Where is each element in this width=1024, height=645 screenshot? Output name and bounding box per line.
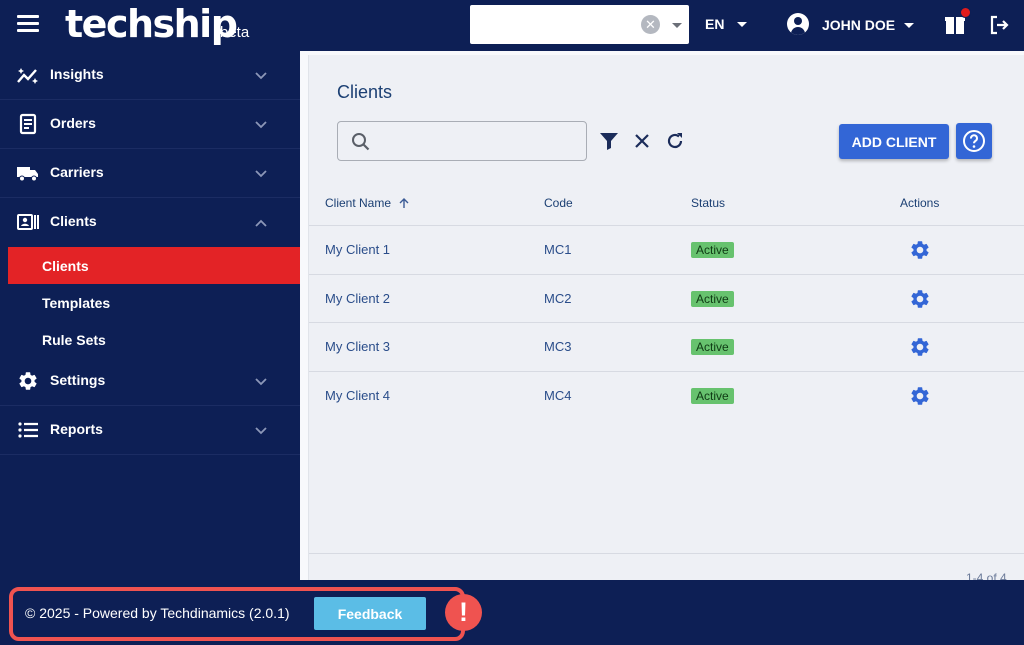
sidebar: Insights Orders Carriers Clients Clients… — [0, 51, 300, 580]
client-name-cell[interactable]: My Client 3 — [325, 339, 390, 354]
client-code-cell: MC1 — [544, 242, 572, 257]
close-icon[interactable] — [631, 130, 653, 152]
sidebar-subitem-label: Clients — [42, 258, 89, 274]
column-header-actions: Actions — [900, 196, 940, 210]
status-badge: Active — [691, 242, 734, 258]
gear-icon[interactable] — [909, 288, 931, 310]
table-row[interactable]: My Client 4 MC4 Active — [309, 372, 1024, 421]
client-name-cell[interactable]: My Client 4 — [325, 388, 390, 403]
sidebar-item-label: Reports — [50, 421, 103, 437]
page-title: Clients — [337, 82, 393, 102]
client-select[interactable]: ✕ — [470, 5, 689, 44]
chevron-down-icon — [253, 166, 269, 182]
feedback-button[interactable]: Feedback — [314, 597, 426, 630]
search-icon — [352, 133, 370, 151]
sidebar-subitem-label: Rule Sets — [42, 332, 106, 348]
main-content: Clients ADD CLIENT Client Name Code Stat — [300, 51, 1024, 585]
sidebar-item-clients[interactable]: Clients — [0, 198, 300, 247]
sidebar-item-label: Carriers — [50, 164, 104, 180]
filter-icon[interactable] — [598, 130, 620, 152]
truck-icon — [16, 162, 40, 184]
language-selector[interactable]: EN — [705, 16, 747, 32]
top-bar: techship beta ✕ EN JOHN DOE — [0, 0, 1024, 51]
copyright-text: © 2025 - Powered by Techdinamics (2.0.1) — [25, 605, 290, 621]
logout-icon[interactable] — [987, 13, 1011, 37]
sort-ascending-icon — [399, 198, 409, 208]
column-header-code[interactable]: Code — [544, 196, 573, 210]
status-badge: Active — [691, 290, 734, 307]
notification-dot — [960, 7, 971, 18]
chevron-down-icon — [253, 68, 269, 84]
search-input[interactable] — [337, 121, 587, 161]
sidebar-item-label: Settings — [50, 372, 106, 388]
language-label: EN — [705, 16, 725, 32]
clients-icon — [16, 211, 40, 233]
help-button[interactable] — [956, 123, 992, 159]
sidebar-subitem-templates[interactable]: Templates — [0, 284, 300, 321]
sidebar-item-orders[interactable]: Orders — [0, 100, 300, 149]
account-icon — [787, 13, 809, 35]
refresh-icon[interactable] — [664, 130, 686, 152]
sidebar-item-label: Insights — [50, 66, 104, 82]
beta-label: beta — [220, 24, 250, 41]
add-client-button[interactable]: ADD CLIENT — [839, 124, 949, 159]
sidebar-item-carriers[interactable]: Carriers — [0, 149, 300, 198]
status-badge: Active — [691, 339, 734, 355]
table-row[interactable]: My Client 2 MC2 Active — [309, 275, 1024, 323]
chevron-down-icon — [253, 423, 269, 439]
sidebar-item-label: Orders — [50, 115, 96, 131]
table-header: Client Name Code Status Actions — [309, 181, 1024, 226]
gear-icon[interactable] — [909, 239, 931, 261]
client-code-cell: MC4 — [544, 387, 572, 403]
footer: © 2025 - Powered by Techdinamics (2.0.1)… — [0, 580, 1024, 645]
user-name: JOHN DOE — [822, 17, 896, 33]
chevron-down-icon — [737, 22, 747, 27]
client-code-cell: MC2 — [544, 290, 572, 306]
gear-icon[interactable] — [909, 336, 931, 358]
logo[interactable]: techship — [65, 2, 238, 46]
chevron-down-icon — [253, 374, 269, 390]
clients-table: Client Name Code Status Actions My Clien… — [309, 181, 1024, 420]
sidebar-item-label: Clients — [50, 213, 97, 229]
client-name-cell[interactable]: My Client 1 — [325, 242, 390, 257]
menu-icon[interactable] — [17, 15, 39, 35]
gear-icon[interactable] — [909, 385, 931, 407]
chevron-up-icon — [253, 215, 269, 231]
column-header-status[interactable]: Status — [691, 196, 725, 210]
sidebar-subitem-label: Templates — [42, 295, 111, 311]
status-badge: Active — [691, 387, 734, 404]
column-header-client-name[interactable]: Client Name — [325, 196, 410, 210]
gear-icon — [16, 370, 40, 392]
chevron-down-icon — [904, 23, 914, 28]
chevron-down-icon — [253, 117, 269, 133]
table-row[interactable]: My Client 3 MC3 Active — [309, 323, 1024, 372]
alert-icon: ! — [445, 594, 482, 631]
client-code-cell: MC3 — [544, 339, 572, 354]
clear-icon[interactable]: ✕ — [641, 15, 660, 34]
gift-icon[interactable] — [945, 7, 971, 35]
client-name-cell[interactable]: My Client 2 — [325, 291, 390, 306]
dropdown-arrow-icon[interactable] — [672, 23, 682, 28]
sidebar-item-insights[interactable]: Insights — [0, 51, 300, 100]
sidebar-subitem-rule-sets[interactable]: Rule Sets — [0, 321, 300, 357]
table-footer-divider — [309, 553, 1024, 554]
insights-icon — [16, 64, 40, 86]
sidebar-item-settings[interactable]: Settings — [0, 357, 300, 406]
orders-icon — [16, 113, 40, 135]
list-icon — [16, 419, 40, 441]
clients-panel: Clients ADD CLIENT Client Name Code Stat — [308, 55, 1024, 585]
sidebar-item-reports[interactable]: Reports — [0, 406, 300, 455]
table-row[interactable]: My Client 1 MC1 Active — [309, 226, 1024, 275]
sidebar-subitem-clients[interactable]: Clients — [8, 247, 300, 284]
help-icon — [963, 130, 985, 152]
